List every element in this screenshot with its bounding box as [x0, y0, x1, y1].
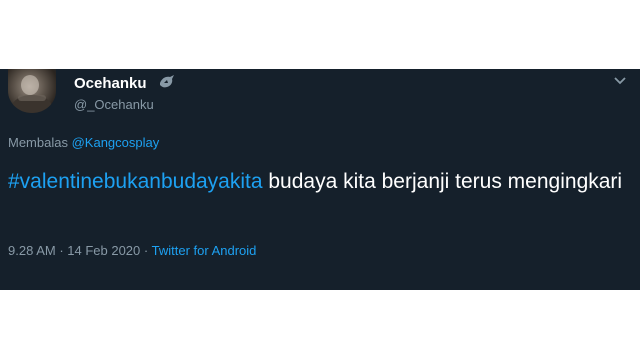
- avatar-image: [12, 75, 52, 113]
- tweet-time[interactable]: 9.28 AM: [8, 243, 56, 258]
- hashtag-link[interactable]: #valentinebukanbudayakita: [8, 170, 263, 193]
- tweet-card: Ocehanku @_Ocehanku Membalas @Kangcospla…: [0, 69, 640, 290]
- display-name[interactable]: Ocehanku: [74, 75, 147, 92]
- reply-prefix: Membalas: [8, 135, 68, 150]
- reply-context: Membalas @Kangcosplay: [8, 135, 159, 150]
- bird-icon: [160, 75, 174, 88]
- tweet-metadata: 9.28 AM · 14 Feb 2020 · Twitter for Andr…: [8, 243, 256, 258]
- reply-mention-link[interactable]: @Kangcosplay: [72, 135, 160, 150]
- user-handle[interactable]: @_Ocehanku: [74, 97, 154, 112]
- tweet-text: #valentinebukanbudayakita budaya kita be…: [8, 167, 628, 197]
- avatar[interactable]: [8, 69, 56, 113]
- tweet-date[interactable]: 14 Feb 2020: [67, 243, 140, 258]
- chevron-down-icon[interactable]: [612, 75, 628, 87]
- tweet-body: budaya kita berjanji terus mengingkari: [262, 170, 623, 193]
- meta-separator: ·: [55, 243, 68, 258]
- tweet-source-link[interactable]: Twitter for Android: [152, 243, 257, 258]
- meta-separator: ·: [140, 243, 152, 258]
